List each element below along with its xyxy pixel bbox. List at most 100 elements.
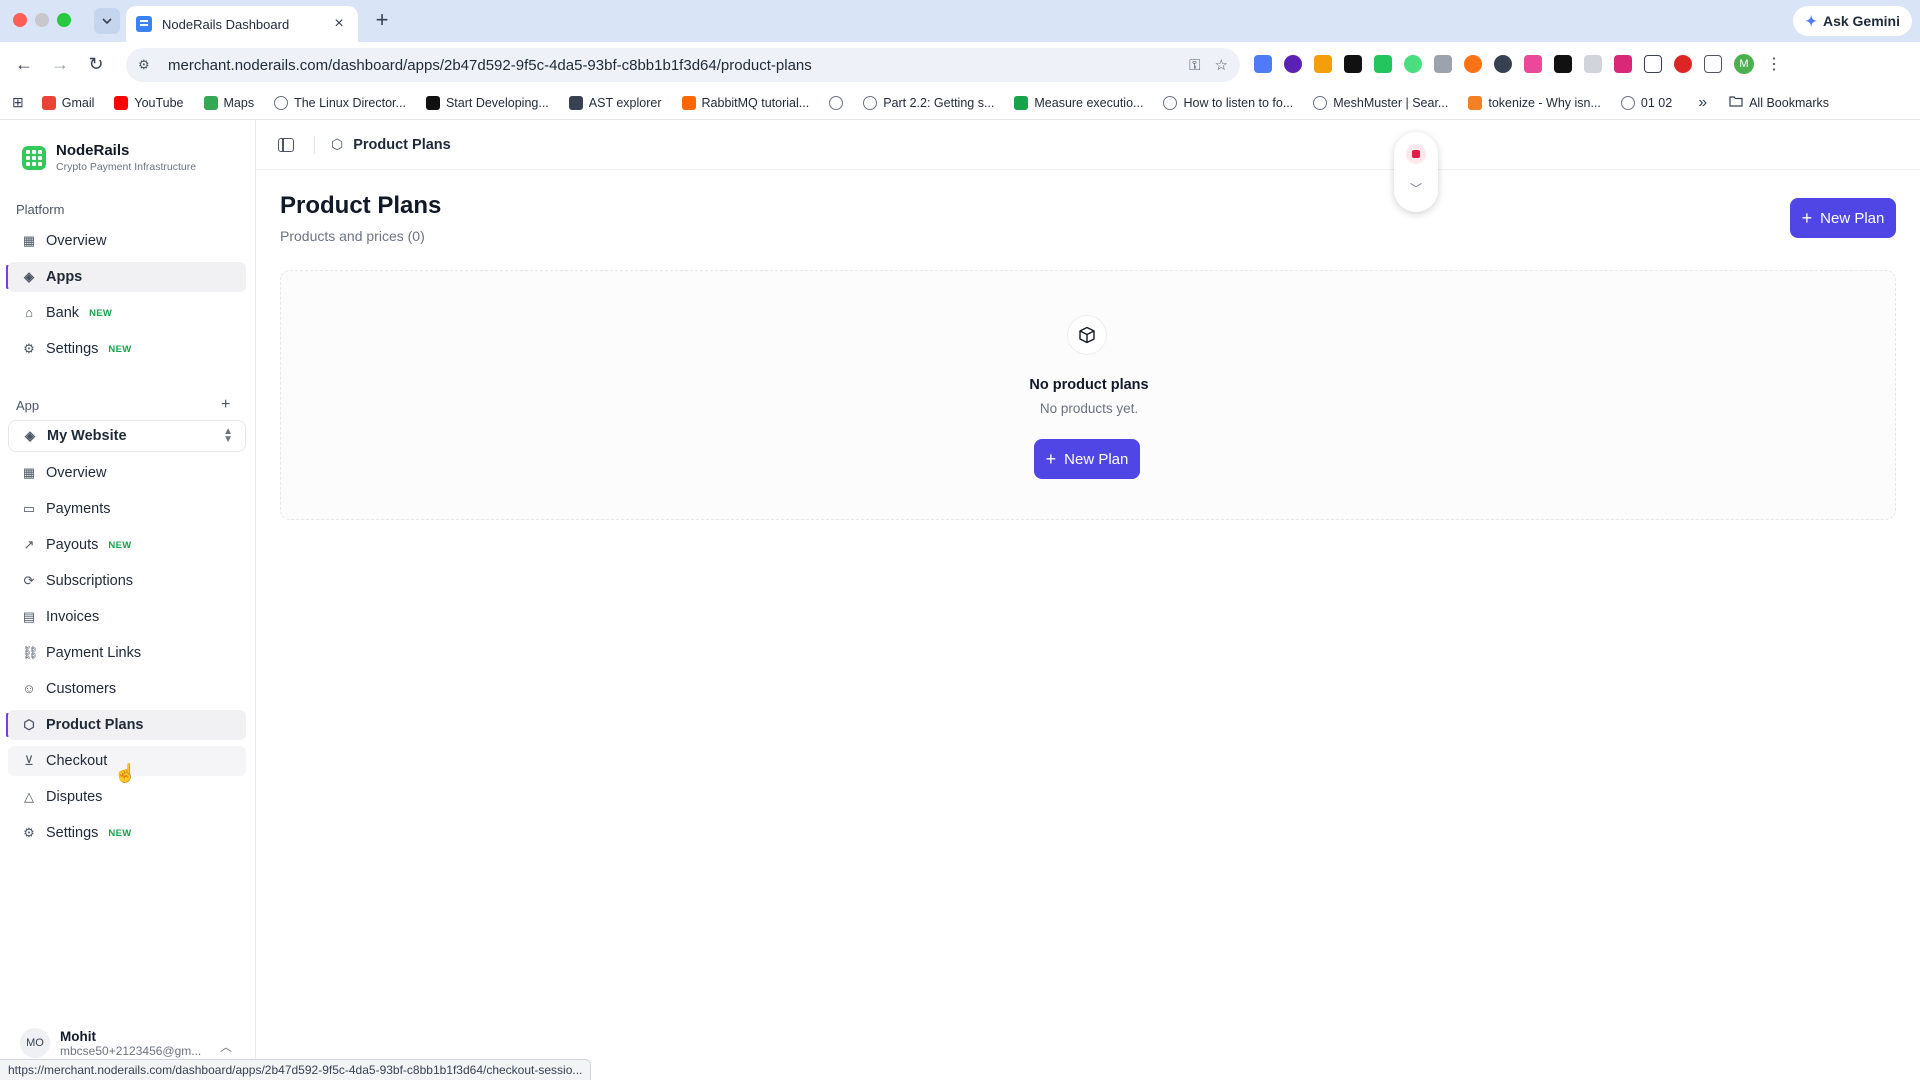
chevron-down-icon[interactable]: ﹀ xyxy=(1394,180,1438,197)
extension-icon[interactable] xyxy=(1494,55,1512,73)
pointer-cursor-icon: ☝ xyxy=(114,763,137,783)
bookmark-item[interactable]: AST explorer xyxy=(568,95,662,110)
cart-icon: ⊻ xyxy=(24,753,34,768)
close-window-button[interactable] xyxy=(13,13,27,27)
more-menu-icon[interactable]: ⋮ xyxy=(1766,54,1782,74)
empty-new-plan-button[interactable]: + New Plan xyxy=(1034,439,1140,479)
bookmark-item[interactable]: YouTube xyxy=(114,95,184,110)
app-selector[interactable]: ◈ My Website ▲ ▼ xyxy=(8,420,246,452)
avatar: MO xyxy=(20,1028,50,1058)
extension-icon[interactable] xyxy=(1434,55,1452,73)
platform-section-label: Platform xyxy=(16,202,65,217)
bookmark-item[interactable]: 01 02 xyxy=(1620,95,1673,110)
bookmark-item[interactable]: How to listen to fo... xyxy=(1163,95,1293,110)
bookmark-item[interactable]: tokenize - Why isn... xyxy=(1468,95,1601,110)
sidebar-item-overview[interactable]: ▦ Overview xyxy=(8,458,246,488)
document-icon: ▤ xyxy=(22,609,36,624)
medium-extension-icon[interactable] xyxy=(1344,55,1362,73)
maximize-window-button[interactable] xyxy=(57,13,71,27)
box-icon: ⬡ xyxy=(331,136,344,152)
extension-icon[interactable] xyxy=(1554,55,1572,73)
bookmark-item[interactable] xyxy=(829,95,844,110)
extension-icon[interactable] xyxy=(1284,55,1302,73)
sidebar-item-invoices[interactable]: ▤ Invoices xyxy=(8,602,246,632)
sidebar-item-settings[interactable]: ⚙ Settings NEW xyxy=(8,334,246,364)
sidebar-item-subscriptions[interactable]: ⟳ Subscriptions xyxy=(8,566,246,596)
bookmark-item[interactable]: Gmail xyxy=(41,95,94,110)
sidebar-item-apps[interactable]: ◈ Apps xyxy=(8,262,246,292)
puzzle-icon[interactable] xyxy=(1704,55,1722,73)
link-icon: ⛓ xyxy=(22,645,39,660)
sidebar-item-label: Product Plans xyxy=(46,717,144,733)
empty-state-card: No product plans No products yet. + New … xyxy=(280,270,1896,520)
sidebar-item-bank[interactable]: ⌂ Bank NEW xyxy=(8,298,246,328)
globe-icon xyxy=(829,95,844,110)
back-arrow-icon[interactable]: ← xyxy=(12,52,36,76)
bookmark-item[interactable]: MeshMuster | Sear... xyxy=(1313,95,1448,110)
main-header: ⬡ Product Plans xyxy=(256,120,1920,170)
bookmark-item[interactable]: Measure executio... xyxy=(1014,95,1143,110)
plus-icon: + xyxy=(1801,208,1813,228)
all-bookmarks-button[interactable]: All Bookmarks xyxy=(1729,95,1829,110)
new-tab-button[interactable]: + xyxy=(368,8,396,34)
tab-search-button[interactable] xyxy=(94,8,120,34)
apps-grid-icon[interactable]: ⊞ xyxy=(12,94,24,111)
chevron-up-icon[interactable]: ︿ xyxy=(220,1038,232,1055)
sidebar-item-customers[interactable]: ☺ Customers xyxy=(8,674,246,704)
extension-icon[interactable] xyxy=(1254,55,1272,73)
sidebar-item-payment-links[interactable]: ⛓ Payment Links xyxy=(8,638,246,668)
extension-icon[interactable] xyxy=(1674,55,1692,73)
extension-icon[interactable] xyxy=(1404,55,1422,73)
bookmarks-bar: ⊞ Gmail YouTube Maps The Linux Director... S… xyxy=(0,86,1920,120)
address-bar[interactable]: ⚙ merchant.noderails.com/dashboard/apps/… xyxy=(126,48,1240,82)
tab-title: NodeRails Dashboard xyxy=(162,16,290,32)
extension-icon[interactable] xyxy=(1584,55,1602,73)
app-selector-label: My Website xyxy=(47,428,127,444)
all-bookmarks-label: All Bookmarks xyxy=(1749,95,1829,110)
brand[interactable]: NodeRails Crypto Payment Infrastructure xyxy=(22,142,196,173)
sidebar-item-label: Subscriptions xyxy=(46,573,134,589)
bookmark-item[interactable]: Maps xyxy=(203,95,254,110)
bookmark-item[interactable]: Part 2.2: Getting s... xyxy=(863,95,995,110)
bookmark-label: 01 02 xyxy=(1640,95,1673,110)
extension-icon[interactable] xyxy=(1614,55,1632,73)
forward-arrow-icon[interactable]: → xyxy=(48,52,72,76)
bookmark-item[interactable]: The Linux Director... xyxy=(274,95,406,110)
ask-gemini-button[interactable]: ✦ Ask Gemini xyxy=(1793,6,1912,36)
tab-close-icon[interactable]: × xyxy=(330,15,348,33)
sidebar-item-settings[interactable]: ⚙ Settings NEW xyxy=(8,818,246,848)
globe-icon xyxy=(274,95,289,110)
minimize-window-button[interactable] xyxy=(35,13,49,27)
extension-icon[interactable] xyxy=(1464,55,1482,73)
tab-favicon-icon xyxy=(136,16,152,32)
extension-icon[interactable] xyxy=(1524,55,1542,73)
add-app-button[interactable]: + xyxy=(221,396,230,414)
reload-icon[interactable]: ↻ xyxy=(84,52,108,76)
sidebar-item-disputes[interactable]: △ Disputes xyxy=(8,782,246,812)
bookmark-item[interactable]: RabbitMQ tutorial... xyxy=(681,95,809,110)
bookmark-star-icon[interactable]: ☆ xyxy=(1215,56,1228,74)
new-badge: NEW xyxy=(108,539,132,551)
url-text[interactable]: merchant.noderails.com/dashboard/apps/2b… xyxy=(168,57,1175,74)
sidebar-item-payouts[interactable]: ↗ Payouts NEW xyxy=(8,530,246,560)
bookmark-item[interactable]: Start Developing... xyxy=(425,95,549,110)
profile-avatar[interactable]: M xyxy=(1734,54,1754,74)
user-profile[interactable]: MO Mohit mbcse50+2123456@gm... xyxy=(20,1028,201,1058)
sidebar-item-payments[interactable]: ▭ Payments xyxy=(8,494,246,524)
bookmark-label: Part 2.2: Getting s... xyxy=(883,95,995,110)
sidebar-item-overview[interactable]: ▦ Overview xyxy=(8,226,246,256)
metamask-icon[interactable] xyxy=(1314,55,1332,73)
password-key-icon[interactable]: ⚿ xyxy=(1189,57,1200,74)
bookmarks-overflow-icon[interactable]: » xyxy=(1698,94,1707,112)
sidebar-toggle-icon[interactable] xyxy=(278,137,294,152)
brand-tagline: Crypto Payment Infrastructure xyxy=(56,161,197,173)
extension-icon[interactable] xyxy=(1644,55,1662,73)
download-extension-icon[interactable] xyxy=(1374,55,1392,73)
new-plan-button[interactable]: + New Plan xyxy=(1790,198,1896,238)
sidebar-item-product-plans[interactable]: ⬡ Product Plans xyxy=(8,710,246,740)
site-info-icon[interactable]: ⚙ xyxy=(138,57,156,73)
stop-recording-icon[interactable] xyxy=(1406,144,1426,164)
browser-tab-active[interactable]: NodeRails Dashboard × xyxy=(126,6,358,42)
recording-widget[interactable]: ﹀ xyxy=(1394,132,1438,212)
box-icon xyxy=(1067,315,1107,355)
